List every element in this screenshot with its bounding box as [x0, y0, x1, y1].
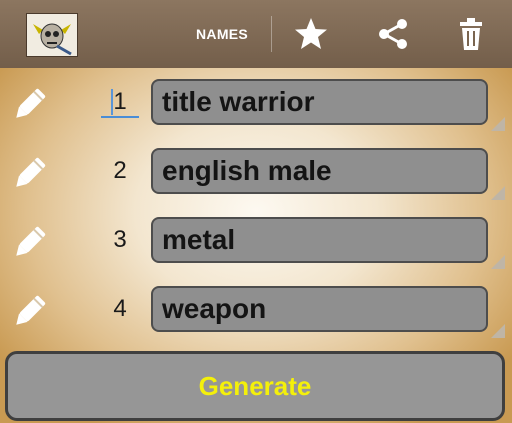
pencil-icon[interactable] — [10, 86, 48, 124]
pencil-icon[interactable] — [10, 155, 48, 193]
generate-button[interactable]: Generate — [5, 351, 505, 421]
field-corner-indicator — [491, 117, 505, 131]
page-title: NAMES — [196, 26, 249, 42]
row-number[interactable]: 4 — [101, 295, 139, 323]
name-type-field[interactable]: metal — [151, 217, 488, 263]
name-row: 3 metal — [0, 217, 512, 269]
share-icon — [379, 19, 407, 49]
star-icon — [295, 18, 327, 49]
divider — [271, 16, 272, 52]
field-corner-indicator — [491, 324, 505, 338]
trash-icon — [460, 18, 482, 50]
pencil-icon[interactable] — [10, 293, 48, 331]
action-bar: NAMES — [0, 0, 512, 68]
delete-button[interactable] — [453, 16, 489, 52]
text-cursor — [111, 89, 113, 115]
row-number[interactable]: 1 — [101, 88, 139, 118]
share-button[interactable] — [375, 16, 411, 52]
name-row: 1 title warrior — [0, 79, 512, 131]
row-number[interactable]: 3 — [101, 226, 139, 254]
name-row: 2 english male — [0, 148, 512, 200]
row-number[interactable]: 2 — [101, 157, 139, 185]
field-corner-indicator — [491, 186, 505, 200]
pencil-icon[interactable] — [10, 224, 48, 262]
favorite-button[interactable] — [293, 16, 329, 52]
field-corner-indicator — [491, 255, 505, 269]
app-logo-icon[interactable] — [26, 13, 78, 57]
name-type-field[interactable]: title warrior — [151, 79, 488, 125]
name-row: 4 weapon — [0, 286, 512, 338]
name-type-field[interactable]: english male — [151, 148, 488, 194]
name-type-field[interactable]: weapon — [151, 286, 488, 332]
